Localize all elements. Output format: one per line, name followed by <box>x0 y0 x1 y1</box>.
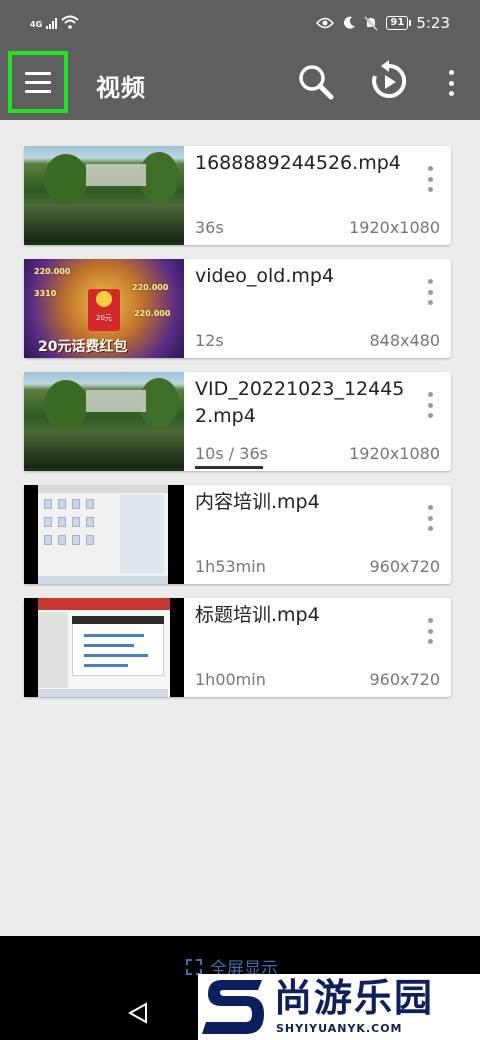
more-vert-icon <box>448 70 454 75</box>
video-name: 内容培训.mp4 <box>195 491 320 513</box>
envelope-text: 20元 <box>96 314 112 322</box>
status-right: 91 5:23 <box>316 14 450 32</box>
search-icon[interactable] <box>296 62 336 102</box>
video-duration: 10s / 36s <box>195 444 268 463</box>
watermark: 尚游乐园 SHYIYUANYK.COM <box>198 974 480 1040</box>
video-name: VID_20221023_124452.mp4 <box>195 378 405 427</box>
video-thumbnail <box>24 146 184 245</box>
video-thumbnail <box>24 485 184 584</box>
watermark-logo-icon <box>202 980 264 1034</box>
status-bar: 4G 91 5:23 <box>0 0 480 46</box>
moon-icon <box>344 16 356 29</box>
playback-progress <box>195 466 263 469</box>
video-duration: 12s <box>195 331 224 350</box>
video-thumbnail <box>24 372 184 471</box>
more-options-button[interactable] <box>440 68 462 98</box>
network-type: 4G <box>30 20 43 29</box>
page-title: 视频 <box>96 74 146 102</box>
battery-level: 91 <box>386 16 412 30</box>
video-thumbnail: 220.000 220.000 220.000 3310 20元 20元话费红包 <box>24 259 184 358</box>
video-duration: 1h00min <box>195 670 266 689</box>
watermark-url: SHYIYUANYK.COM <box>276 1022 403 1035</box>
item-more-icon[interactable] <box>425 505 435 531</box>
clock: 5:23 <box>416 14 450 32</box>
video-name: video_old.mp4 <box>195 265 335 287</box>
item-more-icon[interactable] <box>425 618 435 644</box>
wifi-icon <box>61 15 79 29</box>
video-thumbnail <box>24 598 184 697</box>
video-name: 1688889244526.mp4 <box>195 152 401 174</box>
app-bar: 视频 <box>0 46 480 120</box>
signal-icon <box>46 17 58 29</box>
video-resolution: 960x720 <box>369 670 440 689</box>
video-name: 标题培训.mp4 <box>195 604 320 626</box>
menu-icon <box>25 71 51 75</box>
item-more-icon[interactable] <box>425 279 435 305</box>
replay-icon[interactable] <box>368 60 410 102</box>
item-more-icon[interactable] <box>425 392 435 418</box>
watermark-brand: 尚游乐园 <box>274 976 435 1020</box>
back-nav-icon[interactable] <box>128 1002 148 1024</box>
eye-icon <box>316 17 335 29</box>
video-resolution: 1920x1080 <box>349 444 440 463</box>
mute-bell-icon <box>364 15 379 31</box>
menu-button[interactable] <box>8 51 68 113</box>
fullscreen-icon <box>186 958 202 975</box>
video-item[interactable]: 220.000 220.000 220.000 3310 20元 20元话费红包… <box>24 259 451 358</box>
item-more-icon[interactable] <box>425 166 435 192</box>
video-resolution: 960x720 <box>369 557 440 576</box>
video-item[interactable]: VID_20221023_124452.mp4 10s / 36s 1920x1… <box>24 372 451 471</box>
video-item[interactable]: 1688889244526.mp4 36s 1920x1080 <box>24 146 451 245</box>
video-duration: 1h53min <box>195 557 266 576</box>
video-item[interactable]: 标题培训.mp4 1h00min 960x720 <box>24 598 451 697</box>
video-resolution: 848x480 <box>369 331 440 350</box>
video-item[interactable]: 内容培训.mp4 1h53min 960x720 <box>24 485 451 584</box>
video-list: 1688889244526.mp4 36s 1920x1080 220.000 … <box>24 146 451 711</box>
thumbnail-caption: 20元话费红包 <box>38 339 128 355</box>
video-resolution: 1920x1080 <box>349 218 440 237</box>
signal-area: 4G <box>30 15 79 29</box>
video-duration: 36s <box>195 218 224 237</box>
